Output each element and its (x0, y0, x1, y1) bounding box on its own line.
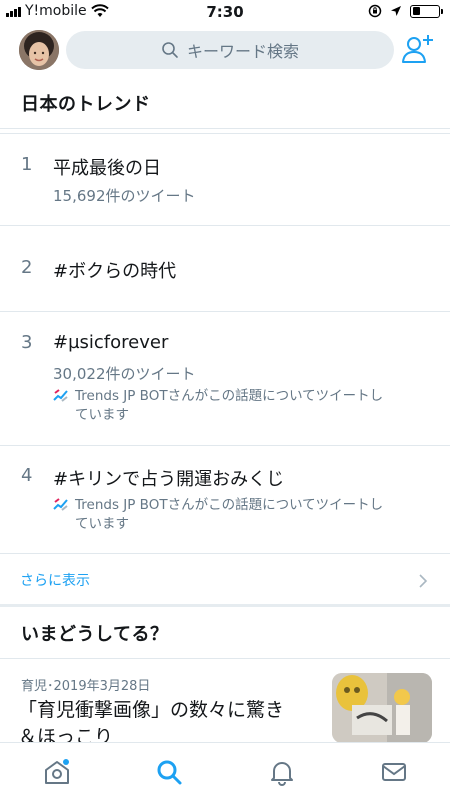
trends-bot-icon (53, 389, 68, 402)
messages-icon (382, 763, 406, 781)
trend-context-line2: ています (75, 516, 129, 532)
trend-context-line1: Trends JP BOTさんがこの話題についてツイートし (75, 497, 384, 513)
top-header: キーワード検索 (0, 24, 450, 80)
location-icon (391, 6, 401, 16)
news-photo-icon (332, 673, 432, 743)
chevron-right-icon (419, 574, 428, 588)
trend-context-line2: ています (75, 407, 129, 423)
search-field[interactable]: キーワード検索 (66, 31, 394, 69)
search-icon (162, 42, 178, 58)
trend-tweet-count: 15,692件のツイート (53, 187, 196, 205)
notifications-icon (271, 762, 293, 786)
trend-name: #µsicforever (53, 332, 169, 353)
section-separator (0, 604, 450, 607)
battery-icon (410, 4, 443, 18)
tab-messages[interactable] (379, 757, 409, 787)
trend-rank: 1 (21, 154, 33, 175)
divider (0, 128, 450, 129)
show-more-link[interactable]: さらに表示 (0, 560, 450, 604)
tab-search[interactable] (154, 757, 184, 787)
trends-heading: 日本のトレンド (21, 94, 151, 115)
trend-item-2[interactable]: 2 #ボクらの時代 (0, 225, 450, 311)
trend-name: 平成最後の日 (53, 158, 161, 179)
divider (0, 553, 450, 554)
trend-tweet-count: 30,022件のツイート (53, 365, 196, 383)
trend-item-1[interactable]: 1 平成最後の日 15,692件のツイート (0, 133, 450, 225)
status-bar: Y!mobile 7:30 (0, 0, 450, 24)
trend-context: Trends JP BOTさんがこの話題についてツイートし ています (53, 496, 433, 534)
trend-item-4[interactable]: 4 #キリンで占う開運おみくじ Trends JP BOTさんがこの話題について… (0, 445, 450, 553)
bottom-tab-bar (0, 742, 450, 800)
divider (0, 658, 450, 659)
trend-rank: 3 (21, 332, 33, 353)
trend-item-3[interactable]: 3 #µsicforever 30,022件のツイート Trends JP BO… (0, 311, 450, 445)
whats-happening-heading: いまどうしてる？ (21, 624, 169, 645)
news-meta: 育児･2019年3月28日 (21, 679, 151, 694)
trend-context: Trends JP BOTさんがこの話題についてツイートし ています (53, 387, 433, 425)
tab-notifications[interactable] (267, 757, 297, 787)
search-icon (157, 760, 182, 785)
user-avatar[interactable] (19, 30, 59, 70)
orientation-lock-icon (368, 4, 382, 18)
home-icon (45, 759, 69, 784)
trends-bot-icon (53, 498, 68, 511)
news-title-line1: 「育児衝撃画像」の数々に驚き (18, 699, 285, 721)
news-thumbnail (332, 673, 432, 743)
battery-fill (412, 7, 420, 15)
search-placeholder: キーワード検索 (186, 42, 299, 61)
trend-name: #キリンで占う開運おみくじ (53, 469, 285, 490)
trend-name: #ボクらの時代 (53, 261, 177, 282)
trend-context-line1: Trends JP BOTさんがこの話題についてツイートし (75, 388, 384, 404)
trend-rank: 4 (21, 465, 33, 486)
add-user-button[interactable] (401, 32, 435, 70)
add-user-icon (402, 35, 433, 63)
status-right (368, 4, 443, 18)
trend-rank: 2 (21, 257, 33, 278)
show-more-label: さらに表示 (20, 573, 90, 589)
avatar-photo-icon (19, 30, 59, 70)
tab-home[interactable] (42, 757, 72, 787)
